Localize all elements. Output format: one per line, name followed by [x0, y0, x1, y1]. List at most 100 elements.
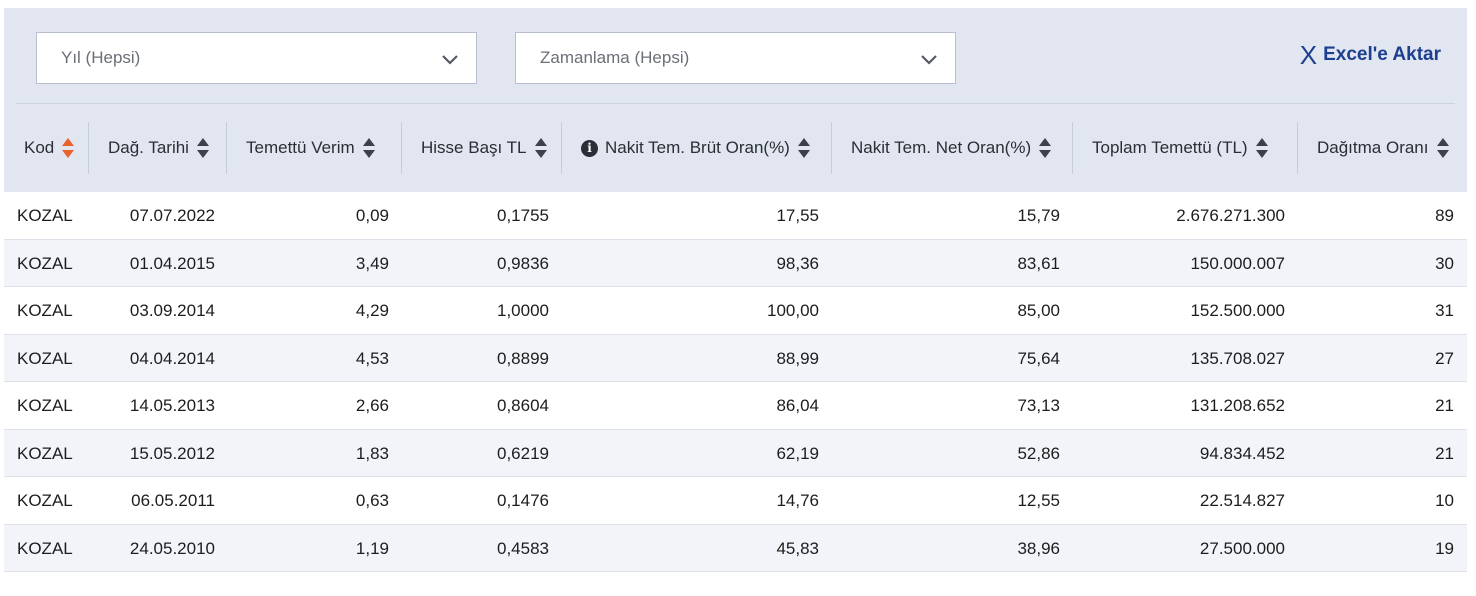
filter-bar: Yıl (Hepsi) Zamanlama (Hepsi) X Excel'e … [4, 8, 1467, 192]
table-row[interactable]: KOZAL 03.09.2014 4,29 1,0000 100,00 85,00 152.… [4, 287, 1467, 335]
cell-nakit-brut-oran: 88,99 [776, 348, 819, 368]
table-row[interactable]: KOZAL 24.05.2010 1,19 0,4583 45,83 38,96 27.50… [4, 524, 1467, 572]
cell-toplam-temettu: 150.000.007 [1190, 253, 1285, 273]
sort-icon[interactable] [196, 137, 210, 159]
cell-dag-tarihi: 06.05.2011 [131, 491, 215, 510]
cell-nakit-brut-oran: 45,83 [776, 538, 819, 558]
column-header-label: Dağıtma Oranı [1317, 138, 1429, 157]
column-header-label: Hisse Başı TL [421, 138, 527, 157]
cell-kod: KOZAL [17, 443, 73, 463]
cell-temettu-verim: 4,53 [355, 348, 389, 368]
cell-temettu-verim: 0,09 [355, 206, 389, 225]
table-row[interactable]: KOZAL 14.05.2013 2,66 0,8604 86,04 73,13 131.2… [4, 382, 1467, 430]
cell-nakit-brut-oran: 100,00 [767, 301, 819, 320]
cell-dag-tarihi: 01.04.2015 [129, 253, 215, 273]
cell-nakit-net-oran: 15,79 [1017, 206, 1060, 225]
cell-hisse-basi-tl: 0,8899 [497, 348, 549, 368]
cell-dag-tarihi: 04.04.2014 [129, 348, 215, 368]
cell-dagitma-orani: 89 [1435, 206, 1454, 225]
cell-dag-tarihi: 24.05.2010 [129, 538, 215, 558]
column-header-label: Nakit Tem. Brüt Oran(%) [605, 138, 790, 157]
column-header-label: Nakit Tem. Net Oran(%) [851, 138, 1032, 157]
cell-toplam-temettu: 22.514.827 [1199, 491, 1285, 510]
cell-nakit-brut-oran: 14,76 [776, 491, 819, 510]
info-icon[interactable]: i [581, 139, 598, 157]
cell-dagitma-orani: 31 [1435, 301, 1454, 320]
cell-temettu-verim: 1,83 [355, 443, 389, 463]
cell-temettu-verim: 3,49 [355, 253, 389, 273]
column-header-temettu-verim[interactable]: Temettü Verim [226, 122, 376, 174]
cell-dag-tarihi: 03.09.2014 [129, 301, 215, 320]
cell-hisse-basi-tl: 0,1755 [497, 206, 549, 225]
cell-nakit-net-oran: 12,55 [1017, 491, 1060, 510]
cell-kod: KOZAL [17, 396, 73, 415]
sort-icon[interactable] [362, 137, 376, 159]
column-header-label: Toplam Temettü (TL) [1092, 138, 1248, 157]
cell-temettu-verim: 1,19 [355, 538, 389, 558]
cell-dagitma-orani: 21 [1435, 396, 1454, 415]
excel-export-button[interactable]: X Excel'e Aktar [1300, 42, 1441, 68]
cell-nakit-net-oran: 52,86 [1017, 443, 1060, 463]
cell-nakit-brut-oran: 17,55 [776, 206, 819, 225]
sort-icon[interactable] [1038, 137, 1052, 159]
cell-hisse-basi-tl: 0,8604 [497, 396, 549, 415]
table-row[interactable]: KOZAL 04.04.2014 4,53 0,8899 88,99 75,64 135.7… [4, 334, 1467, 382]
cell-hisse-basi-tl: 0,6219 [497, 443, 549, 463]
cell-nakit-brut-oran: 62,19 [776, 443, 819, 463]
table-row[interactable]: KOZAL 01.04.2015 3,49 0,9836 98,36 83,61 150.0… [4, 239, 1467, 287]
column-header-nakit-net-oran[interactable]: Nakit Tem. Net Oran(%) [831, 122, 1052, 174]
cell-kod: KOZAL [17, 491, 73, 510]
sort-icon[interactable] [1436, 137, 1450, 159]
cell-temettu-verim: 4,29 [355, 301, 389, 320]
cell-toplam-temettu: 152.500.000 [1190, 301, 1285, 320]
cell-hisse-basi-tl: 0,1476 [497, 491, 549, 510]
column-header-label: Temettü Verim [246, 138, 355, 157]
timing-select-value: Zamanlama (Hepsi) [540, 48, 690, 67]
column-header-nakit-brut-oran[interactable]: i Nakit Tem. Brüt Oran(%) [561, 122, 811, 174]
column-header-toplam-temettu[interactable]: Toplam Temettü (TL) [1072, 122, 1269, 174]
cell-hisse-basi-tl: 0,4583 [497, 538, 549, 558]
cell-dag-tarihi: 14.05.2013 [129, 396, 215, 415]
chevron-down-icon [442, 55, 458, 65]
cell-temettu-verim: 2,66 [355, 396, 389, 415]
column-header-kod[interactable]: Kod [24, 122, 75, 174]
cell-nakit-net-oran: 85,00 [1017, 301, 1060, 320]
column-header-label: Kod [24, 138, 55, 157]
year-select-value: Yıl (Hepsi) [61, 48, 141, 67]
cell-nakit-net-oran: 75,64 [1017, 348, 1060, 368]
cell-toplam-temettu: 135.708.027 [1190, 348, 1285, 368]
chevron-down-icon [921, 55, 937, 65]
column-header-hisse-basi-tl[interactable]: Hisse Başı TL [401, 122, 548, 174]
table-body: KOZAL 07.07.2022 0,09 0,1755 17,55 15,79 2.676… [4, 192, 1467, 572]
cell-kod: KOZAL [17, 348, 73, 368]
cell-nakit-net-oran: 73,13 [1017, 396, 1060, 415]
cell-dagitma-orani: 10 [1435, 491, 1454, 510]
cell-kod: KOZAL [17, 206, 73, 225]
column-header-dag-tarihi[interactable]: Dağ. Tarihi [88, 122, 210, 174]
cell-toplam-temettu: 2.676.271.300 [1176, 206, 1285, 225]
sort-icon[interactable] [61, 137, 75, 159]
table-row[interactable]: KOZAL 06.05.2011 0,63 0,1476 14,76 12,55 22.51… [4, 477, 1467, 525]
cell-nakit-brut-oran: 98,36 [776, 253, 819, 273]
cell-toplam-temettu: 94.834.452 [1199, 443, 1285, 463]
excel-export-label: Excel'e Aktar [1323, 44, 1441, 65]
sort-icon[interactable] [1255, 137, 1269, 159]
cell-kod: KOZAL [17, 301, 73, 320]
column-header-label: Dağ. Tarihi [108, 138, 189, 157]
table-header: Kod Dağ. Tarihi Temettü Verim Hisse Başı… [4, 104, 1467, 192]
cell-nakit-net-oran: 83,61 [1017, 253, 1060, 273]
cell-dag-tarihi: 07.07.2022 [129, 206, 215, 225]
cell-kod: KOZAL [17, 253, 73, 273]
sort-icon[interactable] [797, 137, 811, 159]
year-select[interactable]: Yıl (Hepsi) [36, 32, 477, 84]
timing-select[interactable]: Zamanlama (Hepsi) [515, 32, 956, 84]
table-row[interactable]: KOZAL 15.05.2012 1,83 0,6219 62,19 52,86 94.83… [4, 429, 1467, 477]
cell-temettu-verim: 0,63 [355, 491, 389, 510]
sort-icon[interactable] [534, 137, 548, 159]
cell-nakit-net-oran: 38,96 [1017, 538, 1060, 558]
table-row[interactable]: KOZAL 07.07.2022 0,09 0,1755 17,55 15,79 2.676… [4, 192, 1467, 240]
column-header-dagitma-orani[interactable]: Dağıtma Oranı [1297, 122, 1450, 174]
cell-dagitma-orani: 27 [1435, 348, 1454, 368]
cell-dagitma-orani: 21 [1435, 443, 1454, 463]
cell-toplam-temettu: 131.208.652 [1190, 396, 1285, 415]
